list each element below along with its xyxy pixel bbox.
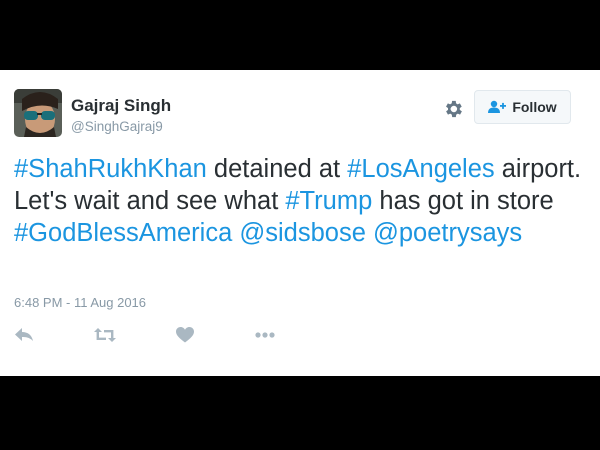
like-icon[interactable]: [174, 325, 196, 345]
mention-link[interactable]: @poetrysays: [373, 219, 522, 247]
hashtag-link[interactable]: #LosAngeles: [347, 155, 494, 183]
gear-icon[interactable]: [442, 98, 464, 120]
hashtag-link[interactable]: #GodBlessAmerica: [14, 219, 232, 247]
tweet-text: #ShahRukhKhan detained at #LosAngeles ai…: [14, 153, 589, 249]
display-name[interactable]: Gajraj Singh: [71, 96, 171, 116]
tweet-timestamp[interactable]: 6:48 PM - 11 Aug 2016: [14, 295, 146, 310]
hashtag-link[interactable]: #ShahRukhKhan: [14, 155, 207, 183]
tweet-text-segment: detained at: [206, 155, 348, 183]
follow-button[interactable]: Follow: [474, 90, 571, 124]
mention-link[interactable]: @sidsbose: [239, 219, 366, 247]
more-icon[interactable]: [254, 325, 276, 345]
hashtag-link[interactable]: #Trump: [285, 187, 372, 215]
avatar[interactable]: [14, 89, 62, 137]
retweet-icon[interactable]: [94, 325, 116, 345]
user-handle[interactable]: @SinghGajraj9: [71, 119, 163, 134]
tweet-text-segment: has got in store: [372, 187, 554, 215]
tweet-text-segment: [366, 219, 373, 247]
reply-icon[interactable]: [13, 325, 35, 345]
follow-label: Follow: [512, 99, 557, 115]
tweet-card: Gajraj Singh @SinghGajraj9 Follow #ShahR…: [0, 70, 600, 376]
add-user-icon: [488, 100, 507, 114]
